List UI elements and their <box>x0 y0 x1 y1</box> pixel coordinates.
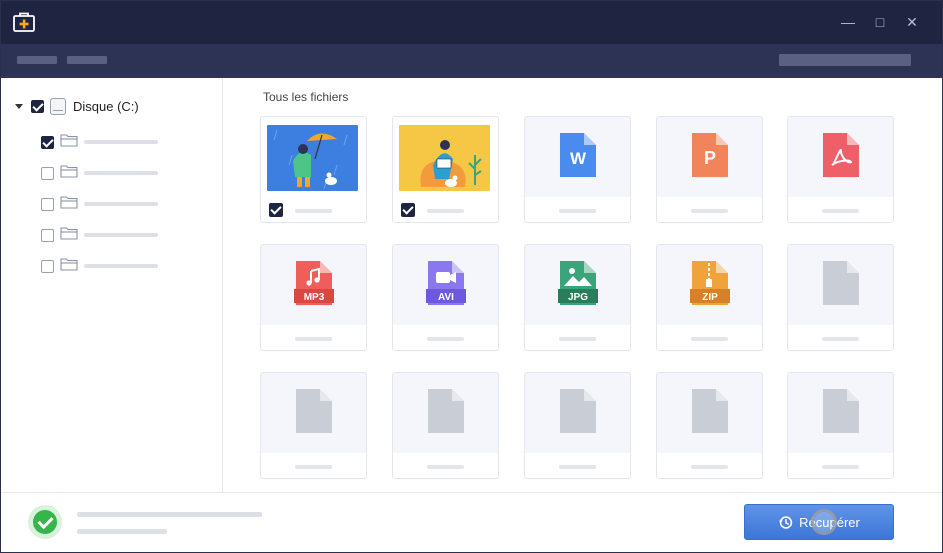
folder-icon <box>54 226 78 245</box>
maximize-icon[interactable]: □ <box>871 13 889 31</box>
minimize-icon[interactable]: — <box>839 13 857 31</box>
tree-root-drive[interactable]: Disque (C:) <box>15 97 139 115</box>
svg-text:W: W <box>569 149 586 168</box>
file-name-placeholder <box>691 465 728 469</box>
svg-text:ZIP: ZIP <box>702 292 718 303</box>
file-checkbox[interactable] <box>269 203 283 217</box>
file-name-placeholder <box>691 209 728 213</box>
tree-folder-item[interactable] <box>41 226 158 245</box>
close-icon[interactable]: ✕ <box>903 13 921 31</box>
avi-file-icon: AVI <box>425 259 466 312</box>
tree-folder-item[interactable] <box>41 195 158 214</box>
folder-checkbox[interactable] <box>41 228 54 242</box>
file-name-placeholder <box>822 465 859 469</box>
file-icon <box>426 387 466 440</box>
folder-icon <box>54 133 78 152</box>
file-icon <box>294 387 334 440</box>
file-icon <box>821 387 861 440</box>
file-name-placeholder <box>427 465 464 469</box>
title-bar: — □ ✕ <box>1 1 942 44</box>
file-name-placeholder <box>427 209 464 213</box>
folder-checkbox[interactable] <box>41 197 54 211</box>
drive-checkbox[interactable] <box>31 99 44 113</box>
file-name-placeholder <box>427 337 464 341</box>
word-document-icon: W <box>558 131 598 184</box>
file-name-placeholder <box>295 337 332 341</box>
drive-label: Disque (C:) <box>73 98 139 114</box>
file-icon <box>690 387 730 440</box>
file-card[interactable] <box>260 116 367 223</box>
jpg-file-icon: JPG <box>557 259 598 312</box>
tree-folder-item[interactable] <box>41 164 158 183</box>
file-name-placeholder <box>822 337 859 341</box>
file-card[interactable] <box>656 372 763 479</box>
file-grid-panel: Tous les fichiers W P MP3 AVI JPG ZIP <box>224 78 942 492</box>
folder-icon <box>54 164 78 183</box>
file-card[interactable] <box>787 372 894 479</box>
file-name-placeholder <box>295 209 332 213</box>
file-name-placeholder <box>822 209 859 213</box>
file-card[interactable] <box>787 116 894 223</box>
file-card[interactable] <box>787 244 894 351</box>
reading-illustration <box>399 125 490 191</box>
first-aid-box-icon <box>13 12 35 32</box>
toolbar-search-placeholder[interactable] <box>779 54 911 66</box>
toolbar <box>1 44 942 78</box>
file-icon <box>558 387 598 440</box>
umbrella-illustration <box>267 125 358 191</box>
file-card[interactable]: AVI <box>392 244 499 351</box>
file-card[interactable]: MP3 <box>260 244 367 351</box>
file-name-placeholder <box>559 209 596 213</box>
file-card[interactable] <box>392 116 499 223</box>
app-window: — □ ✕ Disque (C:) Tous les fichiers W P MP… <box>0 0 943 553</box>
file-icon <box>821 259 861 312</box>
powerpoint-icon: P <box>690 131 730 184</box>
history-icon <box>779 515 793 529</box>
svg-text:JPG: JPG <box>567 292 587 303</box>
file-name-placeholder <box>559 337 596 341</box>
section-title: Tous les fichiers <box>263 90 349 104</box>
folder-checkbox[interactable] <box>41 259 54 273</box>
folder-tree-sidebar: Disque (C:) <box>1 78 223 492</box>
zip-file-icon: ZIP <box>689 259 730 312</box>
folder-icon <box>54 257 78 276</box>
tree-folder-item[interactable] <box>41 133 158 152</box>
toolbar-item-placeholder[interactable] <box>67 56 107 64</box>
status-subtext-placeholder <box>77 529 167 534</box>
pdf-icon <box>821 131 861 184</box>
mouse-cursor <box>811 509 837 535</box>
file-name-placeholder <box>691 337 728 341</box>
caret-down-icon[interactable] <box>15 103 23 109</box>
file-checkbox[interactable] <box>401 203 415 217</box>
file-card[interactable]: W <box>524 116 631 223</box>
file-name-placeholder <box>295 465 332 469</box>
file-card[interactable] <box>524 372 631 479</box>
file-name-placeholder <box>559 465 596 469</box>
svg-text:AVI: AVI <box>438 292 454 303</box>
file-card[interactable] <box>260 372 367 479</box>
drive-icon <box>50 97 66 115</box>
svg-text:P: P <box>703 148 715 168</box>
status-text-placeholder <box>77 512 262 517</box>
file-card[interactable]: JPG <box>524 244 631 351</box>
folder-name-placeholder <box>84 233 158 237</box>
folder-name-placeholder <box>84 140 158 144</box>
folder-name-placeholder <box>84 202 158 206</box>
folder-checkbox[interactable] <box>41 166 54 180</box>
file-card[interactable] <box>392 372 499 479</box>
tree-folder-item[interactable] <box>41 257 158 276</box>
success-check-icon <box>28 505 62 539</box>
folder-checkbox[interactable] <box>41 135 54 149</box>
svg-text:MP3: MP3 <box>303 292 324 303</box>
folder-icon <box>54 195 78 214</box>
file-card[interactable]: ZIP <box>656 244 763 351</box>
mp3-file-icon: MP3 <box>293 259 334 312</box>
folder-name-placeholder <box>84 264 158 268</box>
folder-name-placeholder <box>84 171 158 175</box>
file-card[interactable]: P <box>656 116 763 223</box>
status-bar: Récupérer <box>1 492 942 552</box>
toolbar-item-placeholder[interactable] <box>17 56 57 64</box>
